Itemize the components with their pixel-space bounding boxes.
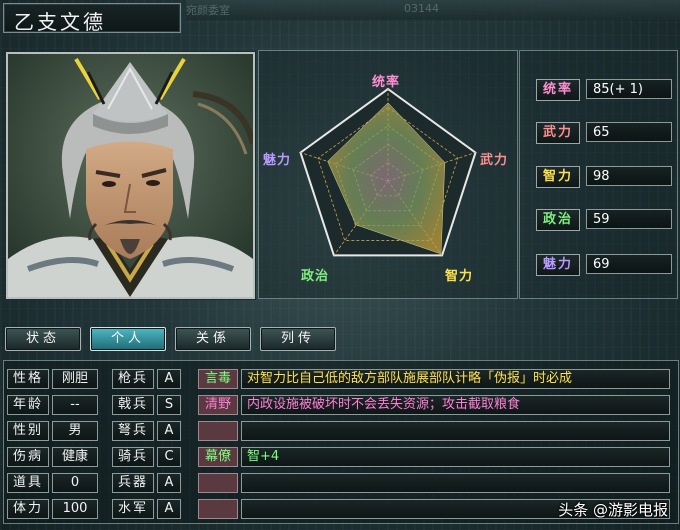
radar-panel: 统率 武力 智力 政治 魅力 [258, 50, 518, 299]
profile-label: 道具 [7, 473, 49, 493]
tab-biography[interactable]: 列传 [260, 327, 336, 351]
officer-name: 乙支文德 [14, 10, 106, 34]
profile-value: 男 [52, 421, 98, 441]
profile-value: 刚胆 [52, 369, 98, 389]
tab-personal[interactable]: 个人 [90, 327, 166, 351]
skill-description [241, 421, 670, 441]
faded-background-number: 03144 [404, 2, 439, 15]
skill-name[interactable]: 言毒 [198, 369, 238, 389]
skill-slot-empty[interactable] [198, 473, 238, 493]
profile-label: 伤病 [7, 447, 49, 467]
skill-description: 内政设施被破坏时不会丢失资源；攻击截取粮食 [241, 395, 670, 415]
radar-label-politics: 政治 [301, 269, 330, 284]
stat-label-charisma: 魅力 [536, 254, 580, 276]
skill-name[interactable]: 清野 [198, 395, 238, 415]
stats-panel: 统率 85(+ 1) 武力 65 智力 98 政治 59 魅力 69 [519, 50, 678, 299]
profile-value: 健康 [52, 447, 98, 467]
skill-slot-empty[interactable] [198, 499, 238, 519]
profile-label: 性别 [7, 421, 49, 441]
aptitude-grade: A [157, 499, 181, 519]
profile-label: 性格 [7, 369, 49, 389]
portrait-image [8, 54, 253, 297]
aptitude-grade: A [157, 473, 181, 493]
radar-label-intelligence: 智力 [445, 269, 474, 284]
officer-name-box: 乙支文德 [3, 3, 181, 34]
aptitude-label: 弩兵 [112, 421, 154, 441]
radar-label-charisma: 魅力 [263, 153, 292, 168]
aptitude-grade: C [157, 447, 181, 467]
skill-name[interactable]: 幕僚 [198, 447, 238, 467]
background-strip: 宛颜委室 03144 [186, 0, 680, 20]
stat-label-war: 武力 [536, 122, 580, 144]
stat-value-charisma: 69 [586, 254, 672, 274]
stat-value-intelligence: 98 [586, 166, 672, 186]
profile-value: 100 [52, 499, 98, 519]
aptitude-grade: A [157, 421, 181, 441]
profile-value: -- [52, 395, 98, 415]
stat-label-leadership: 统率 [536, 79, 580, 101]
aptitude-label: 兵器 [112, 473, 154, 493]
aptitude-label: 枪兵 [112, 369, 154, 389]
aptitude-grade: A [157, 369, 181, 389]
officer-portrait [6, 52, 255, 299]
skill-description [241, 473, 670, 493]
tab-status[interactable]: 状态 [5, 327, 81, 351]
stat-value-war: 65 [586, 122, 672, 142]
radar-label-leadership: 统率 [372, 75, 401, 90]
stat-label-politics: 政治 [536, 209, 580, 231]
profile-label: 体力 [7, 499, 49, 519]
skill-description: 对智力比自己低的敌方部队施展部队计略「伪报」时必成 [241, 369, 670, 389]
radar-label-war: 武力 [480, 153, 509, 168]
stat-label-intelligence: 智力 [536, 166, 580, 188]
profile-label: 年龄 [7, 395, 49, 415]
stat-value-leadership: 85(+ 1) [586, 79, 672, 99]
profile-value: 0 [52, 473, 98, 493]
faded-background-text: 宛颜委室 [186, 4, 230, 17]
aptitude-grade: S [157, 395, 181, 415]
aptitude-label: 骑兵 [112, 447, 154, 467]
watermark-text: 头条 @游影电报 [558, 501, 668, 519]
tab-relations[interactable]: 关係 [175, 327, 251, 351]
aptitude-label: 戟兵 [112, 395, 154, 415]
aptitude-label: 水军 [112, 499, 154, 519]
stat-value-politics: 59 [586, 209, 672, 229]
skill-slot-empty[interactable] [198, 421, 238, 441]
skill-description: 智+4 [241, 447, 670, 467]
